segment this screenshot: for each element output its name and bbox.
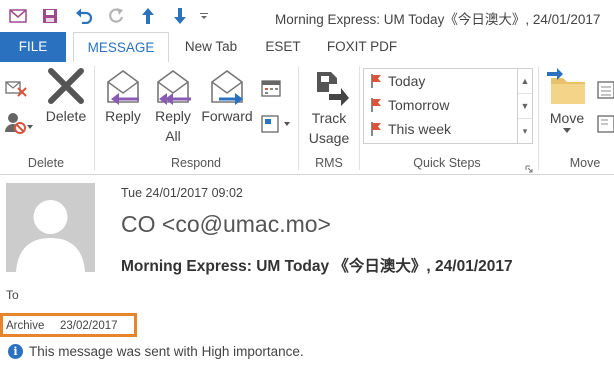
archive-date: 23/02/2017: [60, 320, 118, 332]
reply-all-button[interactable]: Reply All: [150, 68, 196, 146]
up-arrow-icon[interactable]: [138, 6, 158, 26]
quick-step-label: Tomorrow: [388, 97, 450, 113]
tab-eset[interactable]: ESET: [258, 32, 308, 62]
rules-icon[interactable]: [596, 80, 614, 105]
forward-button[interactable]: Forward: [200, 68, 254, 126]
junk-icon[interactable]: [4, 112, 34, 139]
message-date: Tue 24/01/2017 09:02: [121, 186, 243, 200]
scroll-down-icon[interactable]: ▼: [518, 94, 532, 119]
redo-icon[interactable]: [106, 6, 126, 26]
quick-step-this-week[interactable]: This week: [370, 121, 451, 137]
reply-all-icon: [157, 70, 191, 105]
title-bar: Morning Express: UM Today《今日澳大》, 24/01/2…: [0, 0, 614, 32]
avatar: [6, 183, 95, 272]
track-usage-button[interactable]: Track Usage: [302, 66, 356, 148]
quick-steps-scroll: ▲ ▼ ▾: [517, 69, 532, 143]
undo-icon[interactable]: [74, 6, 94, 26]
more-respond-icon[interactable]: [260, 114, 292, 139]
mail-icon[interactable]: [8, 6, 28, 26]
person-icon: [16, 200, 85, 272]
delete-button[interactable]: Delete: [40, 66, 92, 126]
ignore-icon[interactable]: [4, 78, 28, 103]
importance-message: This message was sent with High importan…: [29, 344, 304, 359]
move-button[interactable]: Move: [544, 66, 590, 134]
onenote-icon[interactable]: [596, 114, 614, 139]
reply-icon: [107, 70, 139, 105]
reply-button[interactable]: Reply: [100, 68, 146, 126]
ribbon: Delete Delete Reply Reply All Forward Re…: [0, 62, 614, 175]
move-group-label: Move: [569, 156, 601, 170]
ribbon-separator: [538, 66, 539, 170]
quick-step-label: Today: [388, 73, 426, 89]
flag-icon: [371, 122, 381, 136]
chevron-down-icon: [563, 128, 571, 133]
forward-label: Forward: [201, 108, 253, 124]
delete-icon: [48, 68, 84, 104]
to-label: To: [6, 288, 19, 302]
ribbon-tabs: FILE MESSAGE New Tab ESET FOXIT PDF: [0, 32, 614, 63]
archive-policy: Archive 23/02/2017: [0, 313, 137, 337]
tab-foxit-pdf[interactable]: FOXIT PDF: [318, 32, 406, 62]
forward-icon: [211, 70, 243, 105]
message-subject: Morning Express: UM Today 《今日澳大》, 24/01/…: [121, 258, 513, 275]
flag-icon: [371, 98, 381, 112]
expand-gallery-icon[interactable]: ▾: [518, 119, 532, 143]
quick-step-label: This week: [388, 121, 452, 137]
quick-steps-group-label: Quick Steps: [413, 156, 481, 170]
move-label: Move: [549, 110, 585, 126]
archive-label: Archive: [6, 320, 45, 332]
window-title: Morning Express: UM Today《今日澳大》, 24/01/2…: [275, 12, 601, 27]
quick-step-today[interactable]: Today: [370, 73, 425, 89]
save-icon[interactable]: [40, 6, 60, 26]
info-icon: i: [8, 344, 23, 359]
ribbon-separator: [298, 66, 299, 170]
move-folder-icon: [547, 68, 585, 104]
tab-message[interactable]: MESSAGE: [73, 32, 169, 63]
ribbon-separator: [359, 66, 360, 170]
customize-qat-icon[interactable]: [198, 6, 210, 26]
scroll-up-icon[interactable]: ▲: [518, 69, 532, 94]
quick-steps-gallery: Today Tomorrow This week ▲ ▼ ▾: [363, 68, 533, 144]
sender[interactable]: CO <co@umac.mo>: [121, 211, 331, 238]
rms-group-label: RMS: [315, 156, 343, 170]
info-bar: i This message was sent with High import…: [8, 344, 304, 359]
delete-label: Delete: [45, 108, 87, 124]
reply-all-label-line2: All: [165, 128, 181, 144]
ribbon-separator: [94, 66, 95, 170]
respond-group-label: Respond: [170, 156, 222, 170]
delete-group-label: Delete: [27, 156, 65, 170]
track-usage-icon: [317, 72, 349, 106]
down-arrow-icon[interactable]: [170, 6, 190, 26]
dialog-launcher-icon[interactable]: [525, 160, 533, 178]
tab-file[interactable]: FILE: [0, 32, 66, 62]
meeting-icon[interactable]: [260, 78, 282, 103]
flag-icon: [371, 74, 381, 88]
reply-all-label-line1: Reply: [155, 108, 191, 124]
track-usage-label-line1: Track: [311, 110, 347, 126]
quick-step-tomorrow[interactable]: Tomorrow: [370, 97, 449, 113]
tab-new-tab[interactable]: New Tab: [172, 32, 250, 62]
reply-label: Reply: [105, 108, 141, 124]
track-usage-label-line2: Usage: [308, 130, 350, 146]
